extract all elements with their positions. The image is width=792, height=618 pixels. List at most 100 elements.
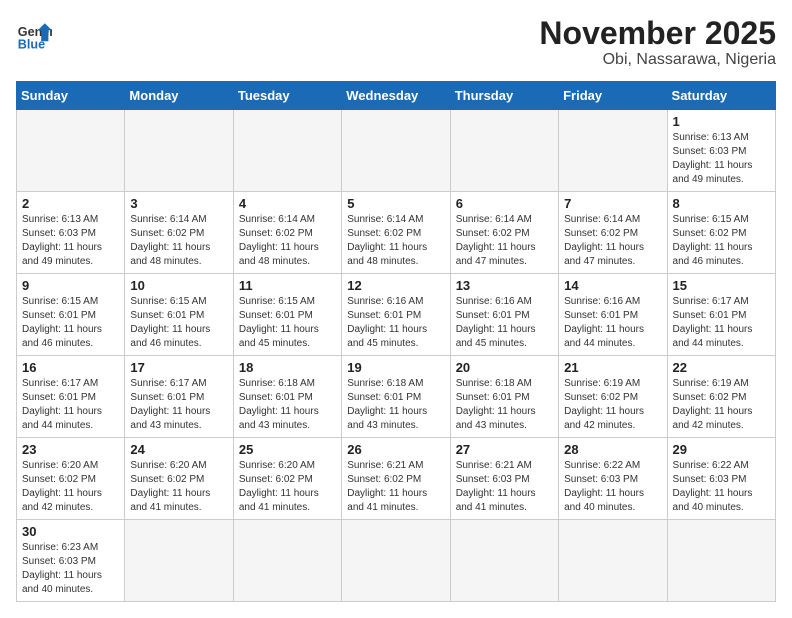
day-info: Sunrise: 6:20 AM Sunset: 6:02 PM Dayligh…: [22, 459, 119, 515]
day-number: 6: [456, 196, 553, 211]
day-number: 25: [239, 442, 336, 457]
day-info: Sunrise: 6:14 AM Sunset: 6:02 PM Dayligh…: [347, 213, 444, 269]
calendar-cell: 29Sunrise: 6:22 AM Sunset: 6:03 PM Dayli…: [667, 438, 775, 520]
calendar-cell: 27 Sunrise: 6:21 AM Sunset: 6:03 PM Dayli…: [450, 438, 558, 520]
calendar-week-row: 23 Sunrise: 6:20 AM Sunset: 6:02 PM Dayli…: [17, 438, 776, 520]
day-info: Sunrise: 6:14 AM Sunset: 6:02 PM Dayligh…: [564, 213, 661, 269]
calendar-cell: [450, 520, 558, 602]
calendar-week-row: 16 Sunrise: 6:17 AM Sunset: 6:01 PM Dayli…: [17, 356, 776, 438]
day-info: Sunrise: 6:20 AM Sunset: 6:02 PM Dayligh…: [239, 459, 336, 515]
day-info: Sunrise: 6:19 AM Sunset: 6:02 PM Dayligh…: [673, 377, 770, 433]
weekday-header: Friday: [559, 82, 667, 110]
calendar-cell: 17 Sunrise: 6:17 AM Sunset: 6:01 PM Dayli…: [125, 356, 233, 438]
calendar-cell: 5Sunrise: 6:14 AM Sunset: 6:02 PM Daylig…: [342, 192, 450, 274]
day-number: 24: [130, 442, 227, 457]
calendar-cell: [125, 520, 233, 602]
day-number: 16: [22, 360, 119, 375]
weekday-header: Wednesday: [342, 82, 450, 110]
day-info: Sunrise: 6:17 AM Sunset: 6:01 PM Dayligh…: [22, 377, 119, 433]
calendar-cell: 4Sunrise: 6:14 AM Sunset: 6:02 PM Daylig…: [233, 192, 341, 274]
calendar-cell: 7 Sunrise: 6:14 AM Sunset: 6:02 PM Daylig…: [559, 192, 667, 274]
day-number: 14: [564, 278, 661, 293]
calendar-week-row: 30Sunrise: 6:23 AM Sunset: 6:03 PM Dayli…: [17, 520, 776, 602]
day-info: Sunrise: 6:18 AM Sunset: 6:01 PM Dayligh…: [239, 377, 336, 433]
calendar-cell: 10 Sunrise: 6:15 AM Sunset: 6:01 PM Dayli…: [125, 274, 233, 356]
calendar-header-row: SundayMondayTuesdayWednesdayThursdayFrid…: [17, 82, 776, 110]
calendar-cell: [559, 520, 667, 602]
day-number: 3: [130, 196, 227, 211]
day-info: Sunrise: 6:14 AM Sunset: 6:02 PM Dayligh…: [130, 213, 227, 269]
day-info: Sunrise: 6:17 AM Sunset: 6:01 PM Dayligh…: [673, 295, 770, 351]
day-number: 22: [673, 360, 770, 375]
location-subtitle: Obi, Nassarawa, Nigeria: [539, 51, 776, 69]
calendar-cell: 24 Sunrise: 6:20 AM Sunset: 6:02 PM Dayli…: [125, 438, 233, 520]
day-number: 23: [22, 442, 119, 457]
calendar-cell: 30Sunrise: 6:23 AM Sunset: 6:03 PM Dayli…: [17, 520, 125, 602]
day-info: Sunrise: 6:14 AM Sunset: 6:02 PM Dayligh…: [239, 213, 336, 269]
day-info: Sunrise: 6:13 AM Sunset: 6:03 PM Dayligh…: [673, 131, 770, 187]
day-number: 15: [673, 278, 770, 293]
calendar-cell: [17, 110, 125, 192]
calendar-cell: 22 Sunrise: 6:19 AM Sunset: 6:02 PM Dayli…: [667, 356, 775, 438]
calendar-cell: 19Sunrise: 6:18 AM Sunset: 6:01 PM Dayli…: [342, 356, 450, 438]
day-number: 2: [22, 196, 119, 211]
calendar-week-row: 2 Sunrise: 6:13 AM Sunset: 6:03 PM Daylig…: [17, 192, 776, 274]
weekday-header: Saturday: [667, 82, 775, 110]
day-number: 29: [673, 442, 770, 457]
day-number: 11: [239, 278, 336, 293]
calendar-cell: 3 Sunrise: 6:14 AM Sunset: 6:02 PM Daylig…: [125, 192, 233, 274]
day-info: Sunrise: 6:16 AM Sunset: 6:01 PM Dayligh…: [456, 295, 553, 351]
calendar-cell: 16 Sunrise: 6:17 AM Sunset: 6:01 PM Dayli…: [17, 356, 125, 438]
day-number: 17: [130, 360, 227, 375]
calendar-table: SundayMondayTuesdayWednesdayThursdayFrid…: [16, 81, 776, 602]
day-info: Sunrise: 6:13 AM Sunset: 6:03 PM Dayligh…: [22, 213, 119, 269]
day-number: 12: [347, 278, 444, 293]
calendar-cell: 23 Sunrise: 6:20 AM Sunset: 6:02 PM Dayli…: [17, 438, 125, 520]
calendar-cell: 15 Sunrise: 6:17 AM Sunset: 6:01 PM Dayli…: [667, 274, 775, 356]
day-number: 18: [239, 360, 336, 375]
calendar-cell: 6 Sunrise: 6:14 AM Sunset: 6:02 PM Daylig…: [450, 192, 558, 274]
day-number: 7: [564, 196, 661, 211]
calendar-cell: 11 Sunrise: 6:15 AM Sunset: 6:01 PM Dayli…: [233, 274, 341, 356]
day-info: Sunrise: 6:22 AM Sunset: 6:03 PM Dayligh…: [564, 459, 661, 515]
day-number: 28: [564, 442, 661, 457]
calendar-week-row: 9 Sunrise: 6:15 AM Sunset: 6:01 PM Daylig…: [17, 274, 776, 356]
day-number: 21: [564, 360, 661, 375]
calendar-cell: 1 Sunrise: 6:13 AM Sunset: 6:03 PM Daylig…: [667, 110, 775, 192]
calendar-cell: 8Sunrise: 6:15 AM Sunset: 6:02 PM Daylig…: [667, 192, 775, 274]
day-number: 27: [456, 442, 553, 457]
calendar-cell: 28 Sunrise: 6:22 AM Sunset: 6:03 PM Dayli…: [559, 438, 667, 520]
calendar-cell: 14Sunrise: 6:16 AM Sunset: 6:01 PM Dayli…: [559, 274, 667, 356]
svg-text:Blue: Blue: [18, 37, 45, 51]
day-info: Sunrise: 6:21 AM Sunset: 6:02 PM Dayligh…: [347, 459, 444, 515]
calendar-cell: 25 Sunrise: 6:20 AM Sunset: 6:02 PM Dayli…: [233, 438, 341, 520]
day-info: Sunrise: 6:15 AM Sunset: 6:01 PM Dayligh…: [130, 295, 227, 351]
calendar-cell: [667, 520, 775, 602]
day-info: Sunrise: 6:15 AM Sunset: 6:02 PM Dayligh…: [673, 213, 770, 269]
day-number: 1: [673, 114, 770, 129]
day-number: 19: [347, 360, 444, 375]
day-info: Sunrise: 6:15 AM Sunset: 6:01 PM Dayligh…: [22, 295, 119, 351]
calendar-cell: [342, 110, 450, 192]
day-info: Sunrise: 6:21 AM Sunset: 6:03 PM Dayligh…: [456, 459, 553, 515]
day-number: 10: [130, 278, 227, 293]
day-info: Sunrise: 6:15 AM Sunset: 6:01 PM Dayligh…: [239, 295, 336, 351]
day-info: Sunrise: 6:14 AM Sunset: 6:02 PM Dayligh…: [456, 213, 553, 269]
day-number: 20: [456, 360, 553, 375]
calendar-cell: [342, 520, 450, 602]
day-info: Sunrise: 6:17 AM Sunset: 6:01 PM Dayligh…: [130, 377, 227, 433]
weekday-header: Tuesday: [233, 82, 341, 110]
logo-icon: General Blue: [16, 16, 52, 52]
day-number: 13: [456, 278, 553, 293]
calendar-cell: 26Sunrise: 6:21 AM Sunset: 6:02 PM Dayli…: [342, 438, 450, 520]
day-number: 9: [22, 278, 119, 293]
calendar-cell: [559, 110, 667, 192]
calendar-cell: 18 Sunrise: 6:18 AM Sunset: 6:01 PM Dayli…: [233, 356, 341, 438]
month-year-title: November 2025: [539, 16, 776, 51]
day-info: Sunrise: 6:20 AM Sunset: 6:02 PM Dayligh…: [130, 459, 227, 515]
day-info: Sunrise: 6:16 AM Sunset: 6:01 PM Dayligh…: [347, 295, 444, 351]
calendar-cell: 2 Sunrise: 6:13 AM Sunset: 6:03 PM Daylig…: [17, 192, 125, 274]
weekday-header: Sunday: [17, 82, 125, 110]
calendar-cell: 13 Sunrise: 6:16 AM Sunset: 6:01 PM Dayli…: [450, 274, 558, 356]
day-info: Sunrise: 6:18 AM Sunset: 6:01 PM Dayligh…: [456, 377, 553, 433]
